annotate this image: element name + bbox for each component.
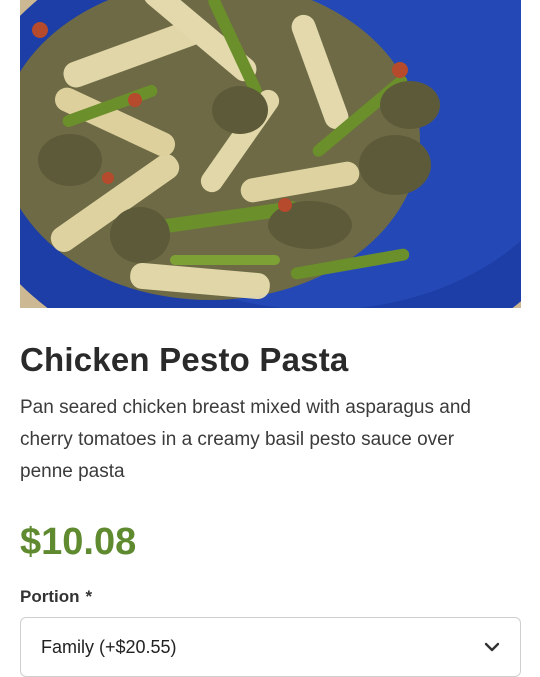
item-description: Pan seared chicken breast mixed with asp… xyxy=(20,396,471,482)
portion-selected-value: Family (+$20.55) xyxy=(41,636,177,657)
pasta-dish-image xyxy=(20,0,521,308)
chevron-down-icon xyxy=(484,642,500,652)
required-marker: * xyxy=(85,587,93,607)
portion-label: Portion xyxy=(20,587,80,607)
item-price: $10.08 xyxy=(20,520,137,563)
portion-select[interactable]: Family (+$20.55) xyxy=(20,617,521,677)
item-details: Chicken Pesto Pasta Pan seared chicken b… xyxy=(20,340,521,677)
item-title: Chicken Pesto Pasta xyxy=(20,341,349,378)
dish-photo xyxy=(20,0,521,308)
portion-label-row: Portion * xyxy=(20,587,521,607)
